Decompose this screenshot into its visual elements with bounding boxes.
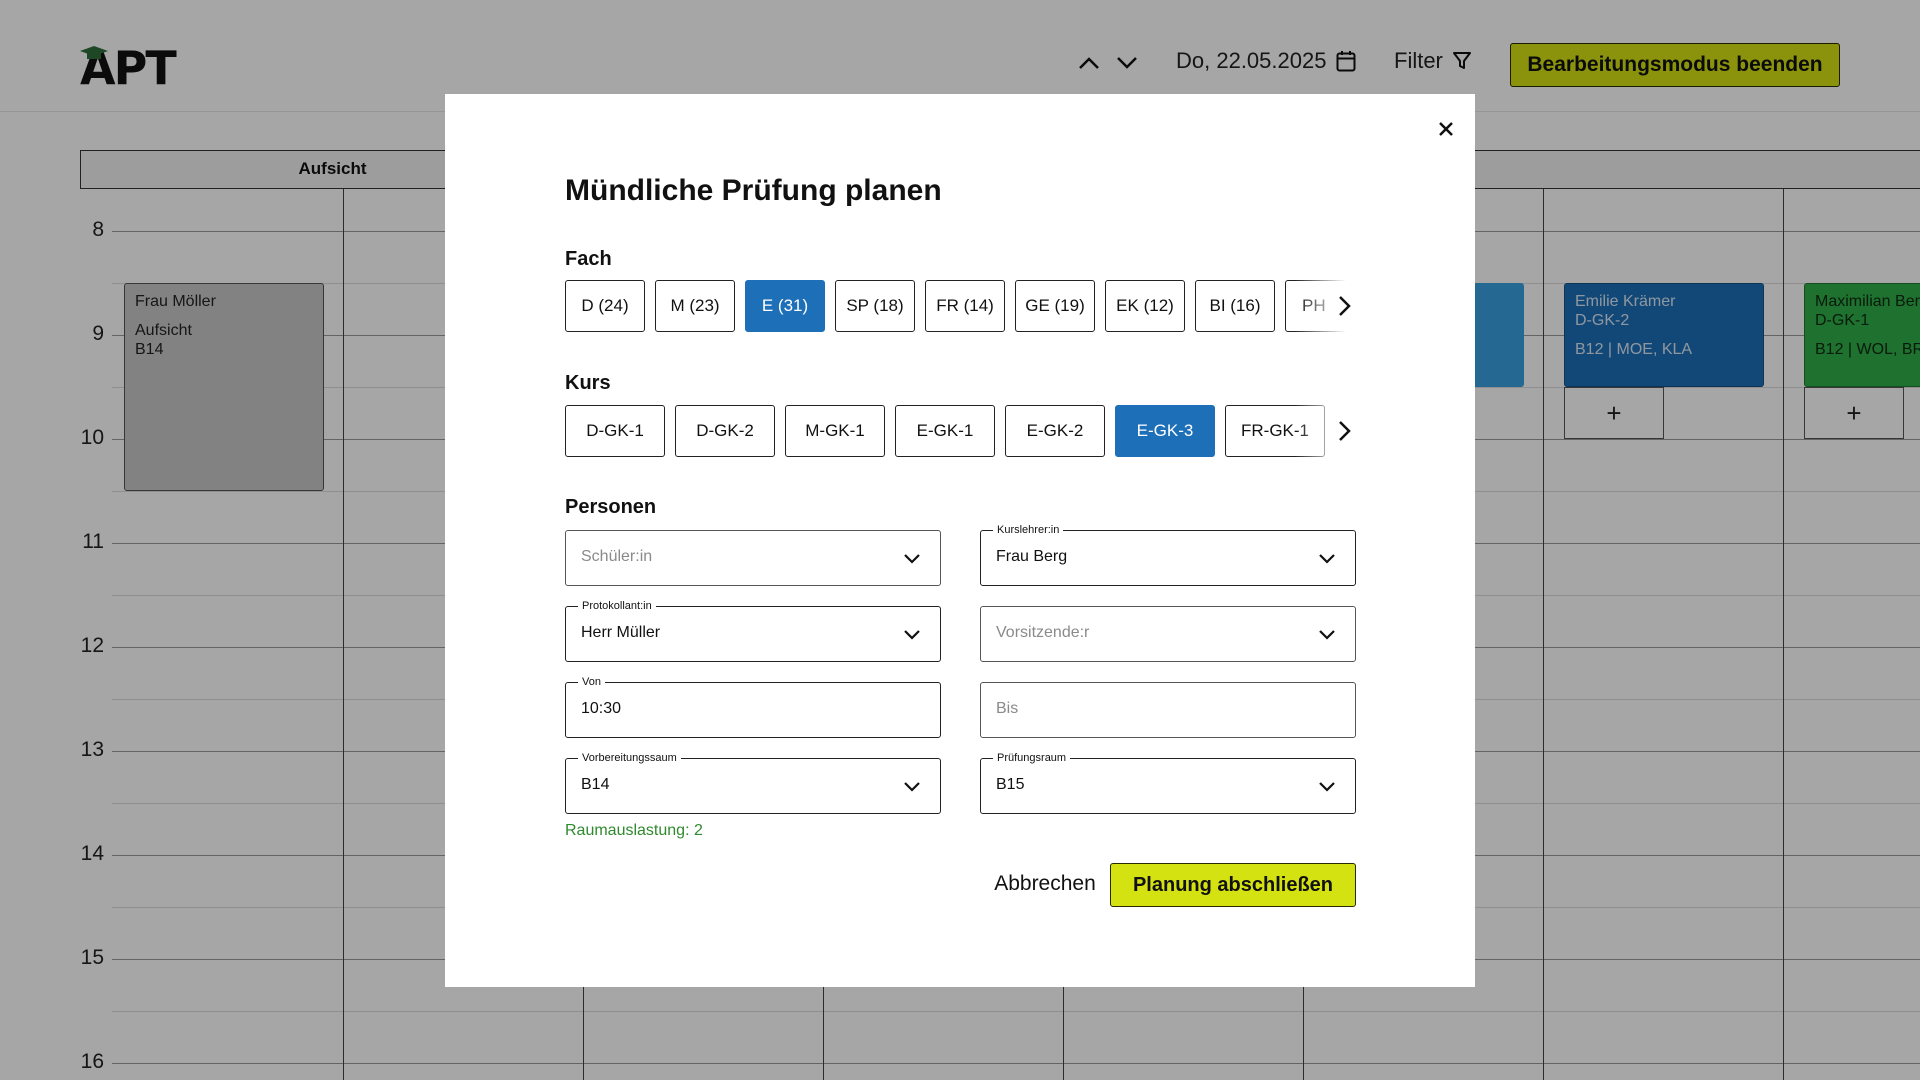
subject-chip[interactable]: M (23) <box>655 280 735 332</box>
cancel-button[interactable]: Abbrechen <box>970 862 1120 906</box>
exam-room-value: B15 <box>996 776 1025 793</box>
teacher-value: Frau Berg <box>996 548 1068 565</box>
prep-room-label: Vorbereitungssaum <box>578 751 681 765</box>
chevron-down-icon <box>1315 546 1339 570</box>
persons-section-label: Personen <box>565 496 657 518</box>
room-load-status: Raumauslastung: 2 <box>565 822 703 839</box>
from-value: 10:30 <box>581 700 622 717</box>
chevron-down-icon <box>1315 622 1339 646</box>
teacher-select[interactable]: Kurslehrer:in Frau Berg <box>980 523 1356 586</box>
subject-chip-selected[interactable]: E (31) <box>745 280 825 332</box>
subject-chip[interactable]: GE (19) <box>1015 280 1095 332</box>
student-select[interactable]: Schüler:in <box>565 530 941 586</box>
prep-room-value: B14 <box>581 776 610 793</box>
chevron-right-icon[interactable] <box>1329 416 1359 446</box>
course-chip[interactable]: M-GK-1 <box>785 405 885 457</box>
chair-select[interactable]: Vorsitzende:r <box>980 606 1356 662</box>
chevron-down-icon <box>900 546 924 570</box>
chevron-right-icon[interactable] <box>1329 291 1359 321</box>
course-chip[interactable]: E-GK-2 <box>1005 405 1105 457</box>
subject-chip[interactable]: EK (12) <box>1105 280 1185 332</box>
student-placeholder: Schüler:in <box>581 548 653 565</box>
subject-chip[interactable]: SP (18) <box>835 280 915 332</box>
exam-room-select[interactable]: Prüfungsraum B15 <box>980 751 1356 814</box>
dialog-title: Mündliche Prüfung planen <box>565 174 942 207</box>
finish-planning-button[interactable]: Planung abschließen <box>1110 863 1356 907</box>
recorder-value: Herr Müller <box>581 624 661 641</box>
plan-exam-dialog: Mündliche Prüfung planen Fach D (24) M (… <box>445 94 1475 987</box>
course-chip[interactable]: E-GK-1 <box>895 405 995 457</box>
course-chip[interactable]: D-GK-2 <box>675 405 775 457</box>
recorder-label: Protokollant:in <box>578 599 656 613</box>
chevron-down-icon <box>900 774 924 798</box>
subject-chip[interactable]: D (24) <box>565 280 645 332</box>
subject-chip[interactable]: BI (16) <box>1195 280 1275 332</box>
subject-chip[interactable]: FR (14) <box>925 280 1005 332</box>
course-chip-selected[interactable]: E-GK-3 <box>1115 405 1215 457</box>
course-chips: D-GK-1 D-GK-2 M-GK-1 E-GK-1 E-GK-2 E-GK-… <box>565 405 1355 457</box>
exam-room-label: Prüfungsraum <box>993 751 1071 765</box>
from-time-input[interactable]: Von 10:30 <box>565 675 941 738</box>
course-section-label: Kurs <box>565 372 611 394</box>
chair-placeholder: Vorsitzende:r <box>996 624 1090 641</box>
chevron-down-icon <box>900 622 924 646</box>
teacher-label: Kurslehrer:in <box>993 523 1064 537</box>
recorder-select[interactable]: Protokollant:in Herr Müller <box>565 599 941 662</box>
to-time-input[interactable]: Bis <box>980 682 1356 738</box>
course-chip[interactable]: FR-GK-1 <box>1225 405 1325 457</box>
chevron-down-icon <box>1315 774 1339 798</box>
from-label: Von <box>578 675 605 689</box>
close-icon[interactable] <box>1431 114 1461 144</box>
subject-chips: D (24) M (23) E (31) SP (18) FR (14) GE … <box>565 280 1355 332</box>
course-chip[interactable]: D-GK-1 <box>565 405 665 457</box>
subject-section-label: Fach <box>565 248 612 270</box>
to-placeholder: Bis <box>996 700 1019 717</box>
prep-room-select[interactable]: Vorbereitungssaum B14 <box>565 751 941 814</box>
